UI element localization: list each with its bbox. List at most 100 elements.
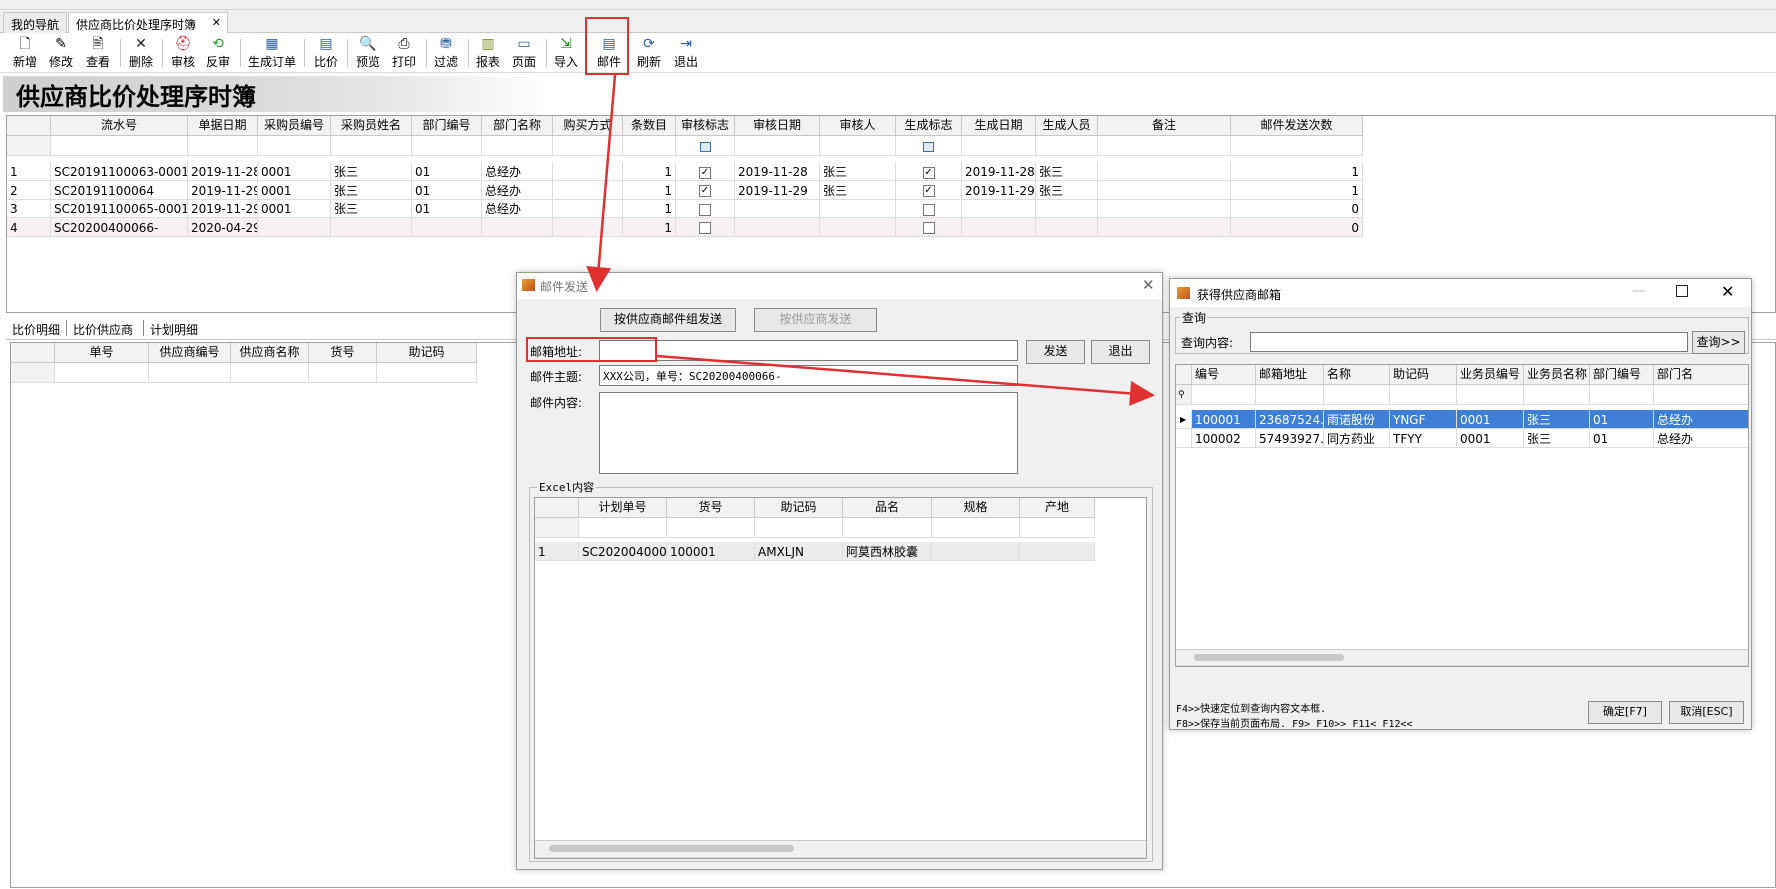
- column-header[interactable]: 部门编号: [1590, 365, 1654, 385]
- toolbar-button-12[interactable]: ▭ 页面: [506, 36, 542, 70]
- filter-cell[interactable]: [331, 136, 412, 156]
- column-header[interactable]: 审核日期: [735, 116, 820, 136]
- table-cell[interactable]: 1: [1231, 162, 1363, 181]
- table-cell[interactable]: 总经办: [482, 199, 553, 218]
- table-cell[interactable]: 2019-11-28: [735, 162, 820, 181]
- row-checkbox-cell[interactable]: ✓: [896, 162, 962, 181]
- toolbar-button-0[interactable]: 🗋 新增: [7, 36, 43, 70]
- table-cell[interactable]: 1: [1231, 180, 1363, 200]
- table-cell[interactable]: 1: [623, 217, 676, 237]
- column-header[interactable]: 生成标志: [896, 116, 962, 136]
- table-cell[interactable]: YNGF: [1390, 410, 1457, 429]
- filter-cell[interactable]: [51, 136, 188, 156]
- table-cell[interactable]: 张三: [820, 162, 896, 181]
- filter-cell[interactable]: [412, 136, 482, 156]
- table-cell[interactable]: 57493927...: [1256, 429, 1324, 448]
- table-cell[interactable]: 张三: [331, 162, 412, 181]
- generated-checkbox[interactable]: ✓: [922, 185, 935, 197]
- close-icon[interactable]: ✕: [1142, 276, 1155, 294]
- column-header[interactable]: 货号: [667, 498, 755, 518]
- table-cell[interactable]: 2019-11-28: [962, 162, 1036, 181]
- column-header[interactable]: 计划单号: [579, 498, 667, 518]
- table-cell[interactable]: [1098, 199, 1231, 218]
- query-input[interactable]: [1250, 332, 1688, 352]
- toolbar-button-11[interactable]: ▥ 报表: [470, 36, 506, 70]
- row-checkbox-cell[interactable]: ✓: [676, 162, 735, 181]
- table-cell[interactable]: 张三: [331, 180, 412, 200]
- filter-cell[interactable]: [820, 136, 896, 156]
- table-cell[interactable]: SC20200400066-: [51, 217, 188, 237]
- toolbar-button-16[interactable]: ⇥ 退出: [668, 36, 704, 70]
- table-cell[interactable]: [735, 217, 820, 237]
- column-header[interactable]: 供应商名称: [231, 343, 309, 363]
- maximize-icon[interactable]: [1676, 285, 1688, 297]
- table-cell[interactable]: 100001: [667, 542, 755, 561]
- minimize-icon[interactable]: —: [1632, 283, 1646, 299]
- table-cell[interactable]: AMXLJN: [755, 542, 843, 561]
- column-header[interactable]: 审核人: [820, 116, 896, 136]
- table-cell[interactable]: [1098, 162, 1231, 181]
- table-cell[interactable]: 01: [412, 180, 482, 200]
- exit-button[interactable]: 退出: [1091, 340, 1150, 364]
- generated-checkbox[interactable]: ✓: [922, 166, 935, 179]
- table-cell[interactable]: 张三: [1036, 180, 1098, 200]
- table-cell[interactable]: [553, 217, 623, 237]
- column-header[interactable]: 部门名: [1654, 365, 1748, 385]
- table-cell[interactable]: 总经办: [1654, 410, 1748, 429]
- filter-checkbox[interactable]: [699, 141, 711, 152]
- generated-checkbox[interactable]: [922, 203, 935, 216]
- table-cell[interactable]: [1036, 199, 1098, 218]
- cancel-button[interactable]: 取消[ESC]: [1669, 701, 1744, 724]
- table-cell[interactable]: [962, 199, 1036, 218]
- subject-field[interactable]: XXX公司，单号：SC20200400066-: [599, 365, 1018, 386]
- table-cell[interactable]: 张三: [820, 180, 896, 200]
- column-header[interactable]: 部门编号: [412, 116, 482, 136]
- table-cell[interactable]: [962, 217, 1036, 237]
- table-cell[interactable]: 张三: [1524, 429, 1590, 448]
- send-by-supplier-button[interactable]: 按供应商发送: [754, 308, 877, 332]
- toolbar-button-13[interactable]: ⇲ 导入: [548, 36, 584, 70]
- column-header[interactable]: 条数目: [623, 116, 676, 136]
- toolbar-button-9[interactable]: ⎙ 打印: [386, 36, 422, 70]
- table-cell[interactable]: [482, 217, 553, 237]
- table-cell[interactable]: 01: [412, 162, 482, 181]
- column-header[interactable]: 货号: [309, 343, 377, 363]
- send-button[interactable]: 发送: [1026, 340, 1085, 364]
- filter-cell[interactable]: [1524, 385, 1590, 405]
- filter-cell[interactable]: [1098, 136, 1231, 156]
- table-cell[interactable]: [1036, 217, 1098, 237]
- table-cell[interactable]: 雨诺股份: [1324, 410, 1390, 429]
- email-field[interactable]: [599, 340, 1018, 361]
- filter-cell[interactable]: [1036, 136, 1098, 156]
- filter-cell[interactable]: [149, 363, 231, 383]
- scrollbar-thumb[interactable]: [1194, 654, 1344, 661]
- send-by-group-button[interactable]: 按供应商邮件组发送: [600, 308, 736, 332]
- close-icon[interactable]: ✕: [1721, 282, 1734, 301]
- table-cell[interactable]: 100002: [1192, 429, 1256, 448]
- table-cell[interactable]: SC202004000...: [579, 542, 667, 561]
- column-header[interactable]: 业务员名称: [1524, 365, 1590, 385]
- filter-cell[interactable]: [309, 363, 377, 383]
- table-cell[interactable]: 张三: [1524, 410, 1590, 429]
- column-header[interactable]: 规格: [932, 498, 1020, 518]
- table-cell[interactable]: 2019-11-29: [188, 180, 258, 200]
- filter-cell[interactable]: [755, 518, 843, 538]
- column-header[interactable]: 名称: [1324, 365, 1390, 385]
- filter-cell[interactable]: [1231, 136, 1363, 156]
- table-cell[interactable]: [1020, 542, 1095, 561]
- table-cell[interactable]: [553, 162, 623, 181]
- table-cell[interactable]: SC20191100064: [51, 180, 188, 200]
- column-header[interactable]: 部门名称: [482, 116, 553, 136]
- toolbar-button-5[interactable]: ⟲ 反审: [200, 36, 236, 70]
- audit-checkbox[interactable]: ✓: [699, 185, 711, 197]
- table-cell[interactable]: [820, 217, 896, 237]
- table-cell[interactable]: [1098, 180, 1231, 200]
- table-cell[interactable]: 2019-11-29: [962, 180, 1036, 200]
- table-cell[interactable]: 01: [1590, 410, 1654, 429]
- toolbar-button-6[interactable]: ▦ 生成订单: [244, 36, 300, 70]
- filter-cell[interactable]: [932, 518, 1020, 538]
- column-header[interactable]: 生成日期: [962, 116, 1036, 136]
- content-textarea[interactable]: [599, 392, 1018, 474]
- table-cell[interactable]: 张三: [331, 199, 412, 218]
- tab-compare-detail[interactable]: 比价明细: [12, 321, 60, 338]
